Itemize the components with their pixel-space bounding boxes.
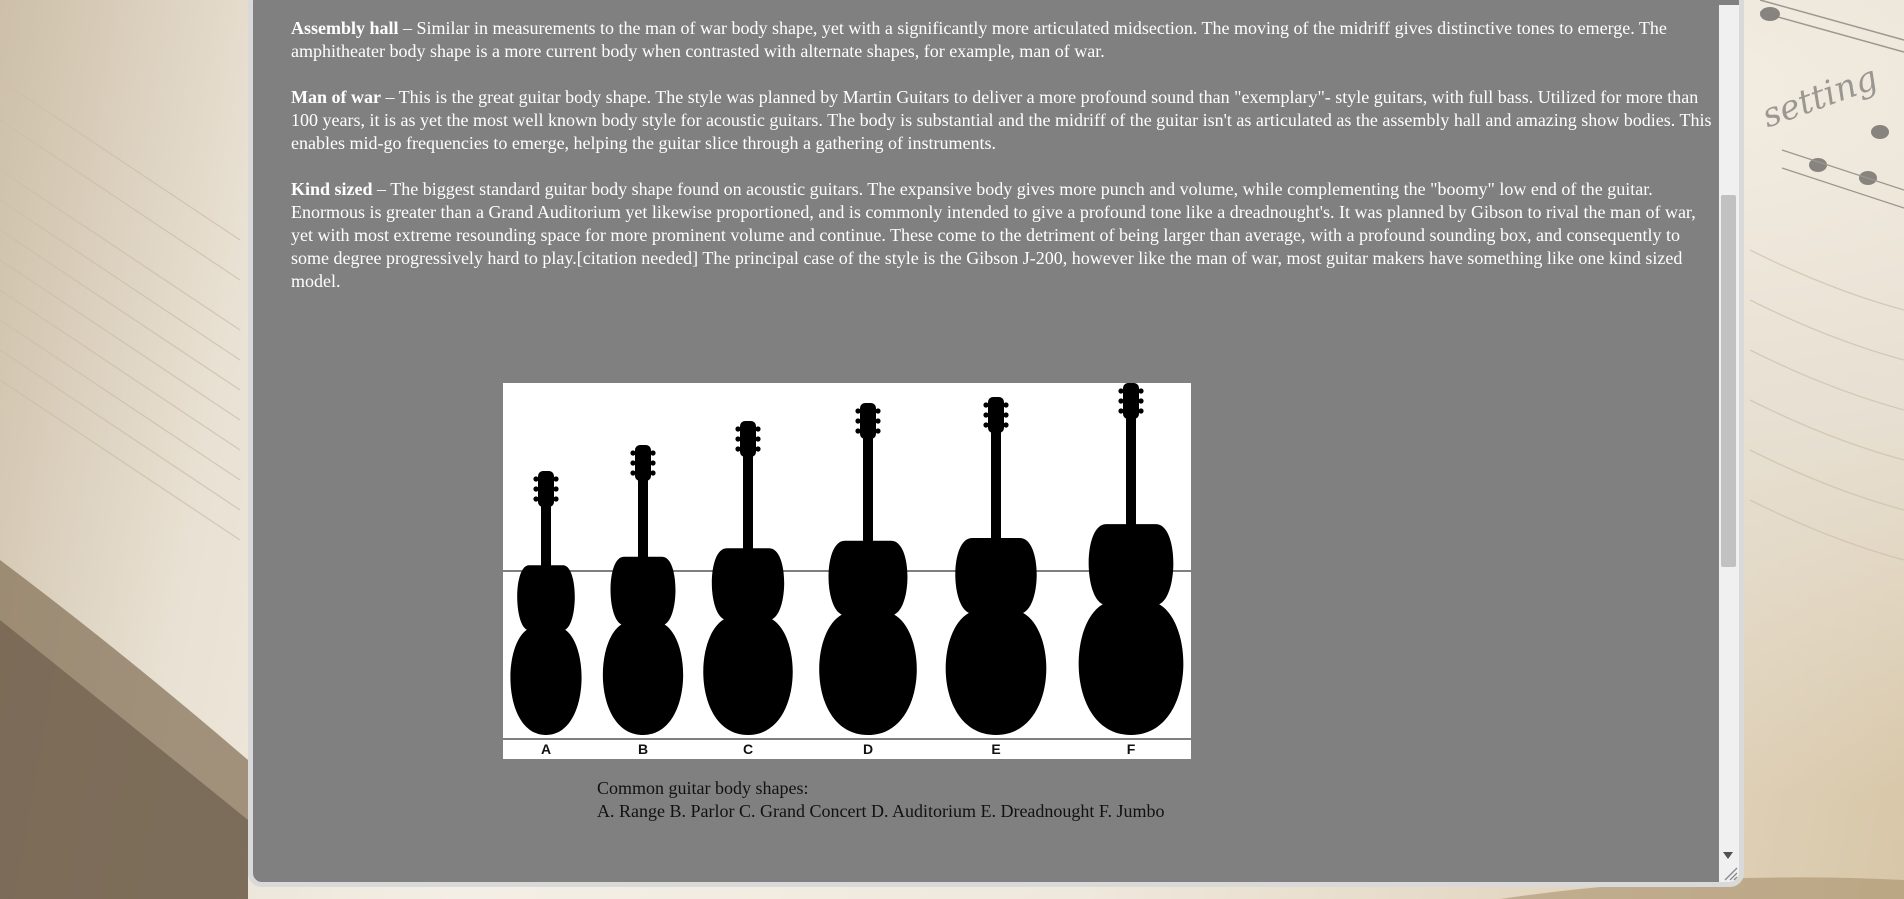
resize-grip-icon[interactable]	[1719, 864, 1739, 882]
guitar-headstock-E	[988, 397, 1004, 433]
guitar-headstock-A	[538, 471, 554, 507]
guitar-silhouette-F	[1078, 524, 1184, 735]
tuning-peg	[650, 460, 656, 466]
guitar-shapes-image: A B C D E F	[503, 383, 1191, 759]
figure-caption: Common guitar body shapes: A. Range B. P…	[597, 777, 1165, 823]
tuning-peg	[875, 408, 881, 414]
guitar-silhouette-A	[510, 565, 582, 735]
tuning-peg	[650, 450, 656, 456]
guitar-neck-F	[1126, 413, 1136, 529]
paragraph-kind-sized: Kind sized – The biggest standard guitar…	[291, 178, 1719, 293]
tuning-peg	[1003, 412, 1009, 418]
tuning-peg	[553, 476, 559, 482]
scrollbar-thumb[interactable]	[1721, 195, 1736, 567]
article-text: Assembly hall – Similar in measurements …	[291, 17, 1719, 316]
description-assembly-hall: – Similar in measurements to the man of …	[291, 18, 1667, 61]
guitar-label-A: A	[541, 741, 551, 757]
tuning-peg	[855, 418, 861, 424]
guitar-silhouette-E	[945, 537, 1047, 735]
tuning-peg	[630, 460, 636, 466]
description-man-of-war: – This is the great guitar body shape. T…	[291, 87, 1712, 153]
description-kind-sized: – The biggest standard guitar body shape…	[291, 179, 1696, 291]
guitar-silhouette-C	[703, 548, 793, 735]
tuning-peg	[1003, 402, 1009, 408]
tuning-peg	[983, 422, 989, 428]
tuning-peg	[1138, 398, 1144, 404]
tuning-peg	[1138, 408, 1144, 414]
tuning-peg	[1138, 388, 1144, 394]
guitar-label-B: B	[638, 741, 648, 757]
guitar-silhouette-D	[819, 540, 917, 735]
guitar-neck-C	[743, 451, 753, 553]
tuning-peg	[533, 476, 539, 482]
tuning-peg	[735, 446, 741, 452]
caption-title: Common guitar body shapes:	[597, 778, 809, 798]
tuning-peg	[755, 436, 761, 442]
guitar-neck-B	[638, 475, 648, 561]
guitar-silhouette-B	[602, 556, 684, 735]
tuning-peg	[650, 470, 656, 476]
tuning-peg	[735, 426, 741, 432]
tuning-peg	[755, 446, 761, 452]
tuning-peg	[533, 486, 539, 492]
tuning-peg	[1118, 408, 1124, 414]
tuning-peg	[983, 412, 989, 418]
term-man-of-war: Man of war	[291, 87, 381, 107]
tuning-peg	[553, 496, 559, 502]
tuning-peg	[1003, 422, 1009, 428]
guitar-label-E: E	[991, 741, 1000, 757]
tuning-peg	[553, 486, 559, 492]
scroll-down-arrow-icon[interactable]	[1723, 852, 1733, 859]
paragraph-man-of-war: Man of war – This is the great guitar bo…	[291, 86, 1719, 155]
svg-text:setting: setting	[1757, 58, 1883, 136]
guitar-headstock-D	[860, 403, 876, 439]
tuning-peg	[735, 436, 741, 442]
tuning-peg	[855, 428, 861, 434]
guitar-headstock-F	[1123, 383, 1139, 419]
guitar-neck-D	[863, 433, 873, 545]
tuning-peg	[755, 426, 761, 432]
guitar-neck-A	[541, 501, 551, 570]
guitar-label-D: D	[863, 741, 873, 757]
tuning-peg	[1118, 398, 1124, 404]
tuning-peg	[630, 450, 636, 456]
guitar-label-F: F	[1127, 741, 1136, 757]
tuning-peg	[855, 408, 861, 414]
tuning-peg	[533, 496, 539, 502]
term-kind-sized: Kind sized	[291, 179, 373, 199]
guitar-label-C: C	[743, 741, 753, 757]
paragraph-assembly-hall: Assembly hall – Similar in measurements …	[291, 17, 1719, 63]
tuning-peg	[875, 428, 881, 434]
caption-legend: A. Range B. Parlor C. Grand Concert D. A…	[597, 801, 1165, 821]
tuning-peg	[983, 402, 989, 408]
tuning-peg	[630, 470, 636, 476]
tuning-peg	[1118, 388, 1124, 394]
guitar-neck-E	[991, 427, 1001, 542]
tuning-peg	[875, 418, 881, 424]
vertical-scrollbar[interactable]	[1719, 5, 1739, 881]
guitar-headstock-C	[740, 421, 756, 457]
content-window: Assembly hall – Similar in measurements …	[248, 0, 1744, 887]
guitar-headstock-B	[635, 445, 651, 481]
term-assembly-hall: Assembly hall	[291, 18, 399, 38]
